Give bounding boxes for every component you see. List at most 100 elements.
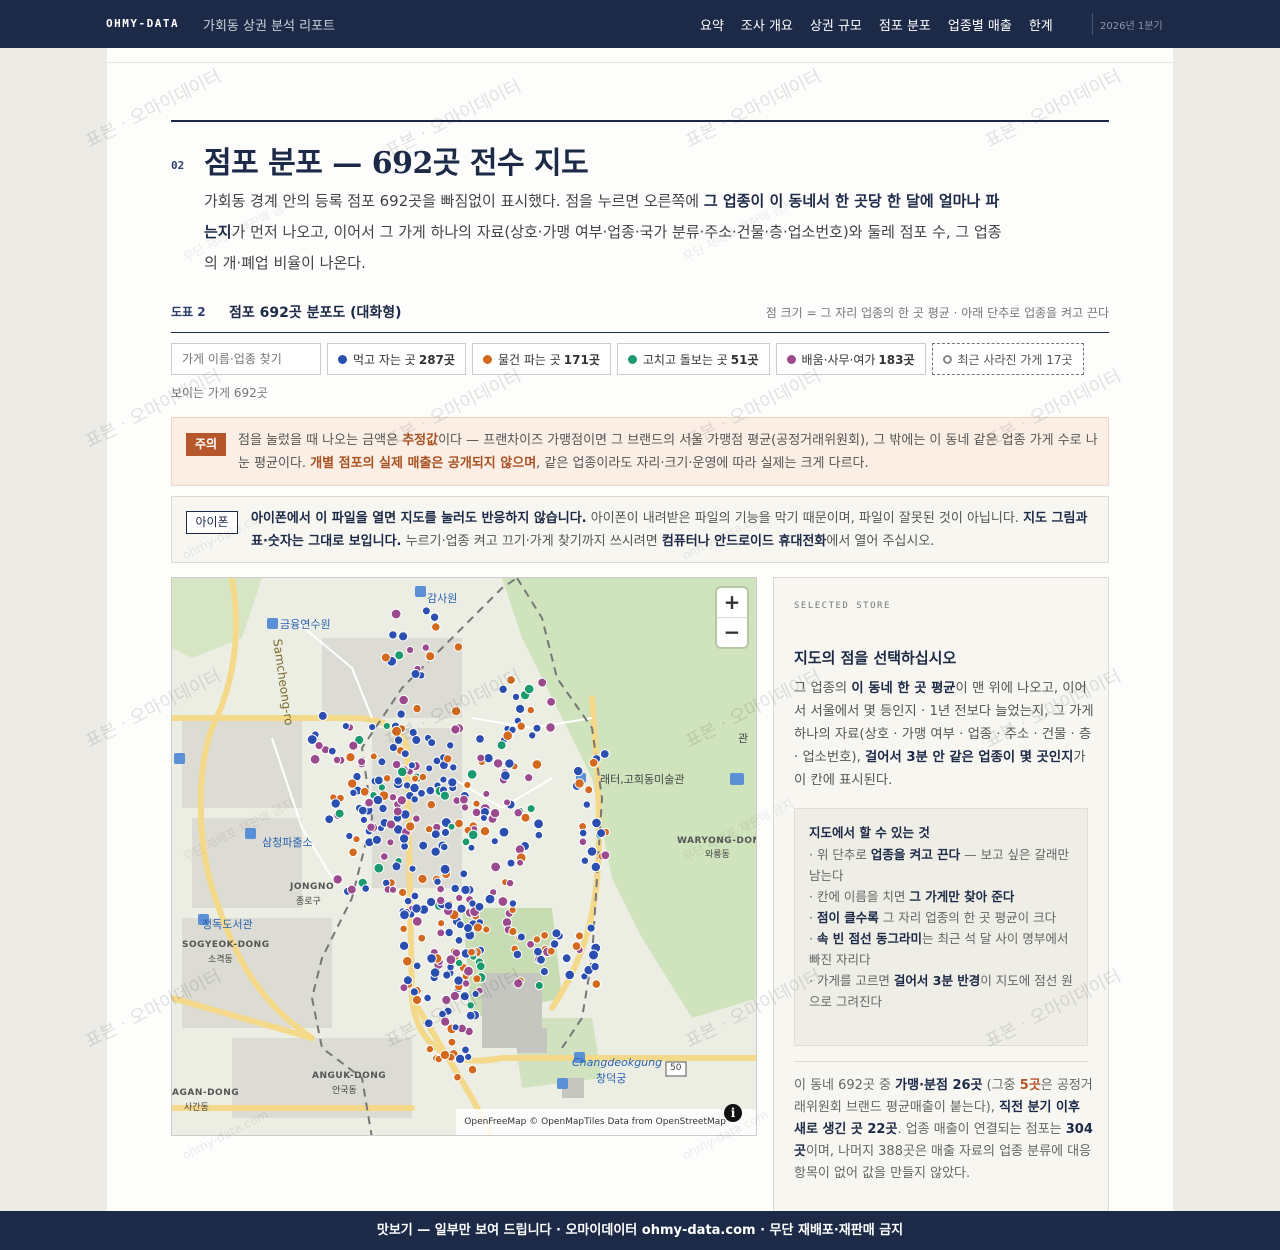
store-marker[interactable] [349, 788, 358, 798]
store-marker[interactable] [408, 864, 417, 873]
store-marker[interactable] [549, 939, 560, 949]
store-marker[interactable] [500, 770, 511, 781]
store-marker[interactable] [423, 993, 432, 1003]
store-marker[interactable] [498, 826, 510, 838]
store-marker[interactable] [411, 903, 422, 914]
store-marker[interactable] [456, 903, 467, 914]
store-marker[interactable] [382, 774, 392, 783]
store-marker[interactable] [398, 694, 409, 706]
store-marker[interactable] [386, 838, 395, 847]
store-marker[interactable] [412, 703, 422, 714]
store-marker[interactable] [571, 941, 582, 952]
store-marker[interactable] [403, 896, 413, 906]
store-marker[interactable] [497, 896, 509, 907]
store-marker[interactable] [526, 804, 536, 814]
store-marker[interactable] [596, 828, 607, 839]
store-marker[interactable] [409, 782, 420, 794]
store-marker[interactable] [426, 896, 437, 908]
store-marker[interactable] [466, 1001, 475, 1010]
store-marker[interactable] [425, 785, 436, 796]
store-marker[interactable] [380, 652, 391, 663]
store-marker[interactable] [449, 990, 460, 1002]
store-marker[interactable] [465, 1010, 476, 1021]
store-marker[interactable] [424, 824, 434, 834]
store-marker[interactable] [455, 920, 465, 930]
store-marker[interactable] [425, 1044, 435, 1054]
store-marker[interactable] [399, 909, 410, 921]
store-marker[interactable] [449, 763, 458, 772]
store-marker[interactable] [490, 861, 502, 873]
store-marker[interactable] [451, 1023, 460, 1032]
store-marker[interactable] [440, 827, 451, 838]
store-marker[interactable] [546, 697, 557, 707]
store-marker[interactable] [580, 856, 590, 865]
store-marker[interactable] [467, 829, 479, 841]
store-marker[interactable] [599, 749, 610, 759]
store-marker[interactable] [490, 837, 499, 846]
nav-store-distribution[interactable]: 점포 분포 [879, 15, 931, 34]
store-marker[interactable] [453, 1072, 462, 1082]
store-marker[interactable] [425, 764, 434, 773]
store-marker[interactable] [317, 710, 328, 721]
store-marker[interactable] [533, 946, 543, 957]
store-marker[interactable] [348, 740, 359, 751]
store-marker[interactable] [584, 785, 594, 795]
store-marker[interactable] [440, 842, 449, 852]
store-marker[interactable] [398, 940, 410, 951]
store-marker[interactable] [591, 979, 602, 989]
store-marker[interactable] [512, 949, 523, 960]
store-marker[interactable] [545, 722, 556, 733]
store-marker[interactable] [467, 843, 476, 852]
store-marker[interactable] [417, 933, 427, 943]
store-marker[interactable] [369, 752, 378, 761]
store-marker[interactable] [461, 837, 471, 847]
store-marker[interactable] [411, 735, 422, 745]
store-marker[interactable] [418, 772, 428, 782]
store-marker[interactable] [482, 789, 491, 798]
store-marker[interactable] [347, 778, 358, 789]
store-marker[interactable] [496, 740, 507, 751]
store-marker[interactable] [445, 954, 457, 966]
store-marker[interactable] [524, 773, 534, 783]
store-marker[interactable] [588, 949, 599, 961]
store-marker[interactable] [463, 923, 473, 933]
store-marker[interactable] [372, 794, 384, 806]
store-marker[interactable] [405, 821, 416, 832]
store-marker[interactable] [410, 891, 420, 901]
store-marker[interactable] [502, 730, 514, 741]
store-marker[interactable] [443, 901, 454, 911]
store-marker[interactable] [505, 878, 515, 888]
store-marker[interactable] [444, 927, 454, 938]
store-marker[interactable] [508, 926, 518, 937]
store-marker[interactable] [492, 758, 504, 769]
store-marker[interactable] [388, 885, 398, 894]
store-marker[interactable] [536, 954, 546, 965]
store-marker[interactable] [460, 884, 471, 896]
store-marker[interactable] [418, 840, 429, 851]
store-marker[interactable] [443, 754, 453, 764]
store-marker[interactable] [516, 932, 526, 942]
zoom-in-button[interactable]: + [717, 588, 747, 617]
store-marker[interactable] [417, 873, 428, 885]
store-marker[interactable] [516, 721, 526, 731]
store-marker[interactable] [440, 1016, 451, 1027]
store-marker[interactable] [439, 790, 450, 801]
store-marker[interactable] [345, 752, 356, 763]
store-marker[interactable] [309, 753, 321, 765]
store-marker[interactable] [447, 1037, 457, 1047]
store-marker[interactable] [474, 901, 485, 912]
store-marker[interactable] [359, 815, 368, 824]
store-marker[interactable] [426, 799, 437, 810]
store-marker[interactable] [306, 734, 318, 745]
store-marker[interactable] [484, 893, 496, 905]
store-marker[interactable] [391, 861, 402, 872]
store-marker[interactable] [454, 1053, 466, 1065]
store-marker[interactable] [582, 800, 591, 809]
store-marker[interactable] [439, 775, 448, 784]
store-marker[interactable] [406, 645, 415, 655]
store-marker[interactable] [506, 675, 516, 685]
store-marker[interactable] [504, 758, 515, 769]
store-marker[interactable] [511, 692, 521, 702]
store-marker[interactable] [578, 828, 588, 838]
store-marker[interactable] [407, 761, 416, 770]
